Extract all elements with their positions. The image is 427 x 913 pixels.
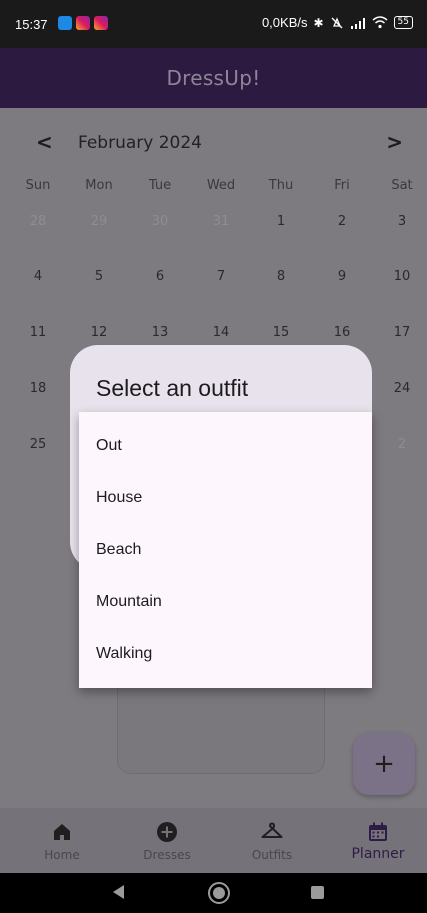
weekday-label: Fri [334, 178, 350, 193]
notification-icons [58, 16, 108, 30]
calendar-day[interactable]: 14 [201, 325, 241, 340]
status-bar: 15:37 0,0KB/s ✱ 55 [0, 0, 427, 48]
dialog-title: Select an outfit [96, 375, 249, 401]
calendar-day[interactable]: 13 [140, 325, 180, 340]
calendar-day[interactable]: 10 [382, 269, 422, 284]
calendar-day[interactable]: 16 [322, 325, 362, 340]
planned-outfit-card [117, 688, 325, 774]
home-icon [54, 824, 70, 840]
weekday-label: Mon [85, 178, 113, 193]
back-icon[interactable] [113, 885, 124, 899]
nav-label-outfits: Outfits [251, 848, 293, 862]
menu-item-beach[interactable]: Beach [79, 524, 372, 576]
calendar-day[interactable]: 25 [18, 437, 58, 452]
wifi-icon [372, 16, 388, 29]
calendar-day[interactable]: 2 [382, 437, 422, 452]
plus-icon: + [373, 749, 395, 779]
calendar-day[interactable]: 30 [140, 214, 180, 229]
calendar-day[interactable]: 17 [382, 325, 422, 340]
bluetooth-icon: ✱ [313, 15, 324, 30]
menu-item-mountain[interactable]: Mountain [79, 576, 372, 628]
signal-icon [350, 17, 365, 29]
add-button[interactable]: + [353, 733, 415, 795]
calendar-day[interactable]: 2 [322, 214, 362, 229]
calendar-day[interactable]: 4 [18, 269, 58, 284]
calendar-day[interactable]: 1 [261, 214, 301, 229]
calendar-day[interactable]: 6 [140, 269, 180, 284]
home-circle-icon[interactable] [208, 882, 230, 904]
calendar: < February 2024 > Sun Mon Tue Wed Thu Fri Sat … [0, 108, 427, 452]
weekday-label: Tue [148, 178, 172, 193]
nav-label-planner: Planner [351, 846, 405, 862]
weekday-label: Wed [206, 178, 236, 193]
add-circle-icon [157, 822, 177, 842]
instagram-icon [76, 16, 90, 30]
recent-apps-icon[interactable] [311, 886, 324, 899]
calendar-day[interactable]: 28 [18, 214, 58, 229]
weekday-label: Thu [268, 178, 294, 193]
calendar-header: < February 2024 > [0, 108, 427, 178]
calendar-day[interactable]: 18 [18, 381, 58, 396]
calendar-day[interactable]: 8 [261, 269, 301, 284]
calendar-day[interactable]: 9 [322, 269, 362, 284]
app-title: DressUp! [166, 66, 261, 90]
calendar-day[interactable]: 7 [201, 269, 241, 284]
status-right: 0,0KB/s ✱ 55 [262, 15, 413, 30]
weekday-label: Sun [25, 178, 51, 193]
calendar-icon [369, 822, 387, 841]
bottom-navigation: Home Dresses Outfits Planner [0, 808, 427, 873]
menu-item-walking[interactable]: Walking [79, 628, 372, 680]
next-month-button[interactable]: > [386, 130, 403, 154]
menu-item-out[interactable]: Out [79, 420, 372, 472]
instagram-icon [94, 16, 108, 30]
calendar-day[interactable]: 15 [261, 325, 301, 340]
calendar-day[interactable]: 5 [79, 269, 119, 284]
system-navigation-bar [0, 873, 427, 913]
app-bar: DressUp! [0, 48, 427, 108]
menu-item-house[interactable]: House [79, 472, 372, 524]
phone-app-icon [58, 16, 72, 30]
hanger-icon [261, 822, 283, 838]
nav-label-dresses: Dresses [143, 848, 191, 862]
network-speed: 0,0KB/s [261, 15, 308, 30]
calendar-day[interactable]: 11 [18, 325, 58, 340]
calendar-day[interactable]: 29 [79, 214, 119, 229]
outfit-dropdown-menu: Out House Beach Mountain Walking [79, 412, 372, 688]
calendar-day[interactable]: 24 [382, 381, 422, 396]
calendar-day[interactable]: 31 [201, 214, 241, 229]
status-time: 15:37 [15, 17, 48, 32]
nav-item-planner[interactable]: Planner [328, 808, 427, 873]
previous-month-button[interactable]: < [36, 130, 53, 154]
calendar-day[interactable]: 3 [382, 214, 422, 229]
battery-icon: 55 [393, 16, 413, 29]
nav-item-dresses[interactable]: Dresses [117, 808, 217, 873]
weekday-label: Sat [391, 178, 413, 193]
nav-label-home: Home [44, 848, 80, 862]
nav-item-outfits[interactable]: Outfits [222, 808, 322, 873]
calendar-day[interactable]: 12 [79, 325, 119, 340]
weekday-row: Sun Mon Tue Wed Thu Fri Sat [0, 178, 427, 198]
month-label: February 2024 [78, 133, 202, 153]
silent-icon [331, 16, 343, 28]
nav-item-home[interactable]: Home [12, 808, 112, 873]
